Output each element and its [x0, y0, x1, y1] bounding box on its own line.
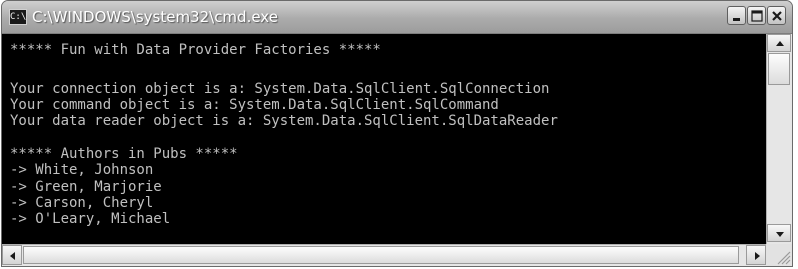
console-line: ***** Fun with Data Provider Factories *…	[10, 42, 381, 58]
maximize-icon	[751, 10, 763, 22]
window-title: C:\WINDOWS\system32\cmd.exe	[32, 8, 278, 26]
console-line: Your command object is a: System.Data.Sq…	[10, 97, 499, 113]
minimize-icon	[733, 18, 740, 21]
maximize-button[interactable]	[747, 6, 766, 25]
close-button[interactable]	[767, 6, 786, 25]
cmd-window: C:\ C:\WINDOWS\system32\cmd.exe ***** Fu…	[1, 0, 793, 267]
console-line: -> Green, Marjorie	[10, 179, 162, 195]
close-icon	[772, 11, 782, 21]
console-line: -> O'Leary, Michael	[10, 211, 171, 227]
arrow-right-icon	[755, 252, 760, 260]
vertical-scroll-thumb[interactable]	[768, 53, 790, 85]
scroll-left-button[interactable]	[2, 245, 22, 265]
console-line: Your connection object is a: System.Data…	[10, 81, 550, 97]
console-output[interactable]: ***** Fun with Data Provider Factories *…	[2, 34, 766, 244]
console-line: Your data reader object is a: System.Dat…	[10, 113, 558, 129]
scroll-down-button[interactable]	[767, 224, 791, 242]
console-line: -> White, Johnson	[10, 162, 154, 178]
title-bar[interactable]: C:\ C:\WINDOWS\system32\cmd.exe	[2, 1, 792, 34]
console-app-icon[interactable]: C:\	[9, 9, 27, 25]
horizontal-scroll-thumb[interactable]	[23, 246, 739, 264]
scroll-up-button[interactable]	[767, 34, 791, 52]
scroll-right-button[interactable]	[746, 245, 766, 265]
resize-grip-icon	[777, 251, 791, 265]
arrow-up-icon	[776, 41, 784, 46]
arrow-down-icon	[776, 232, 784, 237]
minimize-button[interactable]	[727, 6, 746, 25]
horizontal-scrollbar[interactable]	[2, 244, 766, 266]
console-line: -> Carson, Cheryl	[10, 195, 154, 211]
console-line: ***** Authors in Pubs *****	[10, 146, 238, 162]
arrow-left-icon	[10, 252, 15, 260]
resize-grip[interactable]	[766, 244, 792, 266]
vertical-scrollbar[interactable]	[766, 34, 792, 244]
